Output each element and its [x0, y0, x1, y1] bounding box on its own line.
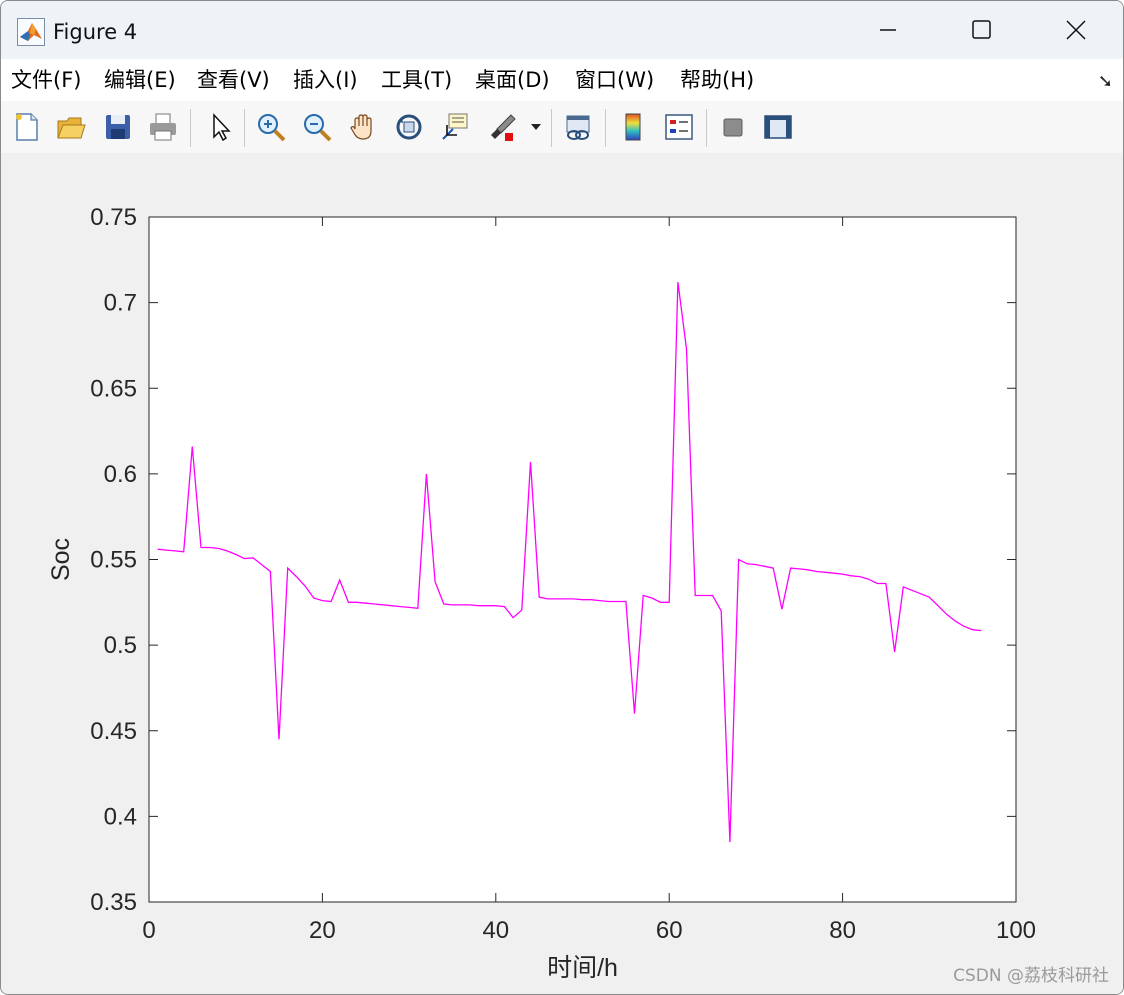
y-tick-label: 0.4 [104, 803, 137, 830]
line-chart: 0 20 40 60 80 100 0.35 0.4 0.45 0.5 0.55 0.6 0.65 0.7… [47, 204, 1036, 982]
menu-tools[interactable]: 工具(T) [381, 67, 452, 93]
figure-canvas: 0 20 40 60 80 100 0.35 0.4 0.45 0.5 0.55 0.6 0.65 0.7… [1, 153, 1123, 994]
print-button[interactable] [144, 108, 182, 146]
pan-hand-icon [350, 114, 372, 140]
select-button[interactable] [201, 108, 239, 146]
watermark-text: CSDN @荔枝科研社 [953, 966, 1109, 986]
open-file-button[interactable] [52, 108, 90, 146]
save-icon [106, 115, 130, 139]
axes-background [149, 217, 1016, 902]
close-button[interactable] [1029, 1, 1123, 59]
x-axis-label: 时间/h [547, 954, 618, 982]
x-tick-label: 20 [309, 917, 336, 944]
minimize-icon [880, 29, 896, 31]
select-arrow-icon [213, 113, 231, 142]
window-title: Figure 4 [53, 20, 138, 44]
title-bar[interactable]: Figure 4 [1, 1, 1123, 59]
x-tick-label: 40 [482, 917, 509, 944]
hide-plot-tools-icon [723, 118, 743, 137]
y-axis-label: Soc [47, 538, 75, 581]
toolbar-separator [706, 109, 707, 147]
data-cursor-icon [442, 113, 468, 140]
link-plot-button[interactable] [559, 108, 597, 146]
y-tick-label: 0.35 [90, 889, 137, 916]
save-button[interactable] [99, 108, 137, 146]
brush-icon [491, 114, 516, 141]
zoom-out-button[interactable] [298, 108, 336, 146]
new-figure-icon [16, 113, 38, 141]
zoom-in-button[interactable] [252, 108, 290, 146]
dock-figure-icon[interactable]: ➘ [1098, 71, 1113, 92]
print-icon [150, 113, 176, 141]
toolbar-separator [190, 109, 191, 147]
maximize-button[interactable] [935, 1, 1029, 59]
open-file-icon [57, 117, 86, 139]
brush-button[interactable] [484, 108, 522, 146]
colorbar-button[interactable] [614, 108, 652, 146]
link-plot-icon [566, 115, 590, 140]
chevron-down-icon [531, 124, 541, 130]
show-plot-tools-icon [764, 115, 792, 139]
figure-window: Figure 4 文件(F) 编辑(E) 查看(V) 插入(I) 工具(T) 桌… [0, 0, 1124, 995]
toolbar-separator [551, 109, 552, 147]
menu-insert[interactable]: 插入(I) [293, 67, 358, 93]
y-tick-label: 0.6 [104, 461, 137, 488]
menu-help[interactable]: 帮助(H) [680, 67, 754, 93]
zoom-in-icon [258, 114, 286, 142]
colorbar-icon [625, 113, 641, 141]
figure-toolbar [1, 101, 1123, 154]
toolbar-separator [605, 109, 606, 147]
y-tick-label: 0.7 [104, 290, 137, 317]
menu-window[interactable]: 窗口(W) [575, 67, 654, 93]
matlab-logo-icon [17, 18, 45, 46]
close-icon [1066, 20, 1086, 40]
rotate-3d-button[interactable] [390, 108, 428, 146]
hide-plot-tools-button[interactable] [714, 108, 752, 146]
x-tick-label: 60 [656, 917, 683, 944]
menu-desktop[interactable]: 桌面(D) [475, 67, 550, 93]
menu-view[interactable]: 查看(V) [197, 67, 270, 93]
menu-file[interactable]: 文件(F) [11, 67, 81, 93]
show-plot-tools-button[interactable] [759, 108, 797, 146]
maximize-icon [972, 20, 991, 39]
menu-bar: 文件(F) 编辑(E) 查看(V) 插入(I) 工具(T) 桌面(D) 窗口(W… [1, 59, 1123, 102]
y-tick-label: 0.55 [90, 547, 137, 574]
y-tick-label: 0.65 [90, 375, 137, 402]
y-tick-label: 0.75 [90, 204, 137, 231]
legend-icon [665, 114, 693, 140]
x-tick-label: 0 [142, 917, 155, 944]
pan-button[interactable] [344, 108, 382, 146]
minimize-button[interactable] [841, 1, 935, 59]
menu-edit[interactable]: 编辑(E) [104, 67, 176, 93]
y-tick-label: 0.45 [90, 718, 137, 745]
data-cursor-button[interactable] [436, 108, 474, 146]
rotate-3d-icon [396, 114, 422, 140]
new-figure-button[interactable] [7, 108, 45, 146]
brush-dropdown[interactable] [526, 108, 546, 146]
toolbar-separator [244, 109, 245, 147]
legend-button[interactable] [660, 108, 698, 146]
x-tick-label: 80 [829, 917, 856, 944]
y-tick-label: 0.5 [104, 632, 137, 659]
zoom-out-icon [304, 114, 332, 142]
x-tick-label: 100 [996, 917, 1036, 944]
